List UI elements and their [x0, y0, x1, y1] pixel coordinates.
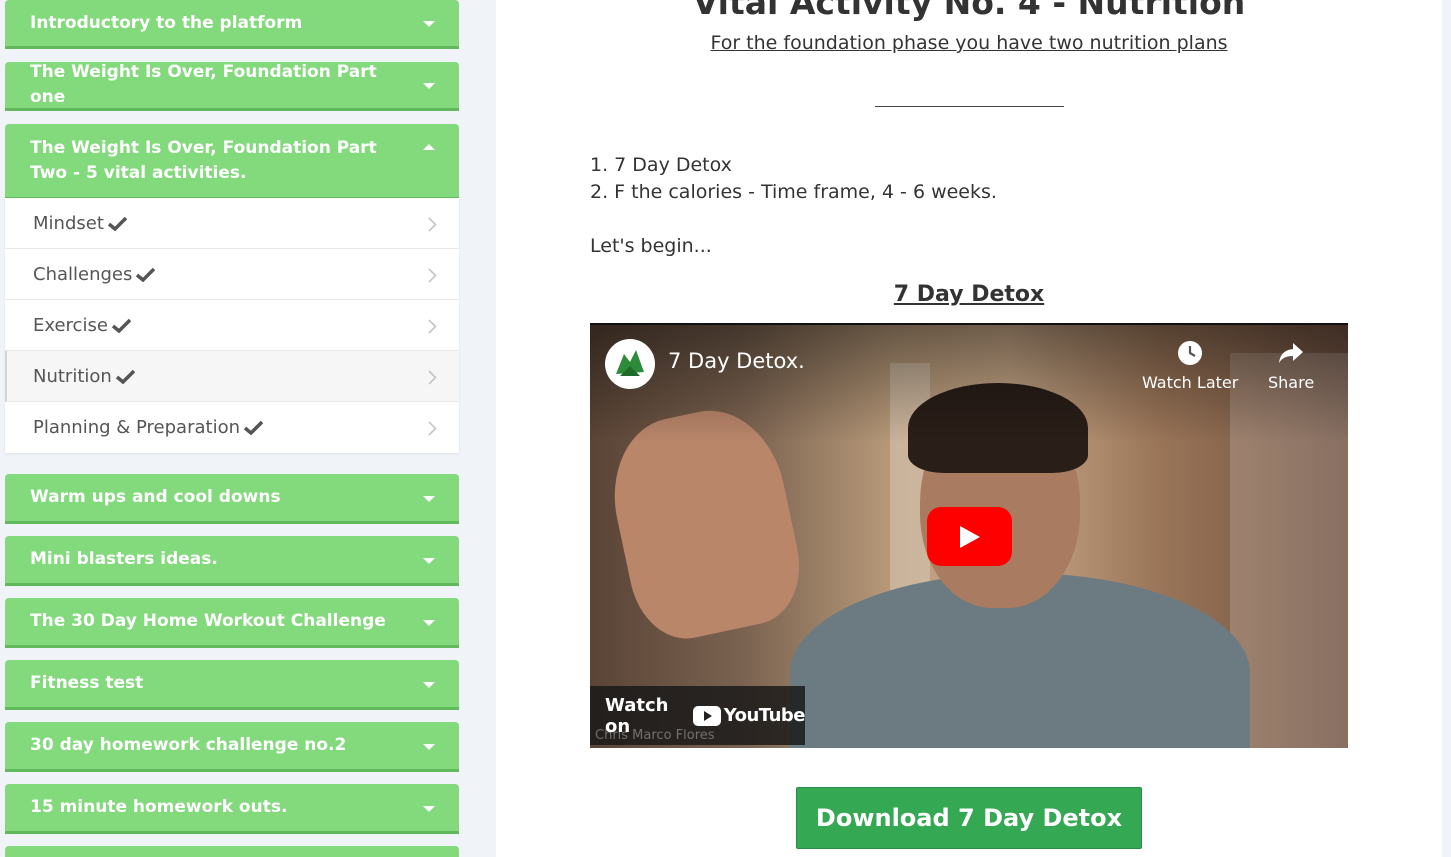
- video-title[interactable]: 7 Day Detox.: [668, 349, 805, 373]
- video-watermark: Chris Marco Flores: [595, 728, 715, 743]
- chevron-up-icon: [423, 144, 435, 150]
- share-button[interactable]: Share: [1268, 339, 1314, 392]
- section-30-day-homework-2[interactable]: 30 day homework challenge no.2: [5, 722, 459, 769]
- scrollbar[interactable]: [1442, 0, 1451, 857]
- lesson-content: Vital Activity No. 4 - Nutrition For the…: [496, 0, 1442, 857]
- chevron-down-icon: [423, 495, 435, 502]
- channel-avatar[interactable]: [605, 339, 655, 389]
- section-title: Mini blasters ideas.: [30, 549, 218, 569]
- chevron-down-icon: [423, 557, 435, 564]
- section-title: Introductory to the platform: [30, 12, 303, 33]
- channel-logo-icon: [616, 350, 644, 376]
- lesson-item-planning[interactable]: Planning & Preparation: [5, 402, 459, 453]
- divider: [875, 106, 1064, 107]
- plan-list-item: 1. 7 Day Detox: [590, 154, 732, 176]
- page-subtitle: For the foundation phase you have two nu…: [710, 32, 1228, 54]
- chevron-right-icon: [428, 369, 437, 390]
- chevron-down-icon: [423, 805, 435, 812]
- section-title: Fitness test: [30, 673, 144, 693]
- page-title: Vital Activity No. 4 - Nutrition: [692, 0, 1246, 22]
- watch-later-label: Watch Later: [1142, 373, 1239, 392]
- section-title: 15 minute homework outs.: [30, 797, 288, 817]
- share-icon: [1279, 343, 1304, 363]
- section-mini-blasters[interactable]: Mini blasters ideas.: [5, 536, 459, 583]
- chevron-right-icon: [428, 420, 437, 441]
- chevron-down-icon: [423, 743, 435, 750]
- lesson-item-exercise[interactable]: Exercise: [5, 300, 459, 351]
- lesson-label: Nutrition: [33, 365, 112, 387]
- chevron-down-icon: [423, 21, 435, 27]
- lesson-item-challenges[interactable]: Challenges: [5, 249, 459, 300]
- chevron-right-icon: [428, 267, 437, 288]
- section-title: The Weight Is Over, Foundation Part Two …: [30, 138, 377, 183]
- section-title: 30 day homework challenge no.2: [30, 735, 347, 755]
- youtube-video-player[interactable]: 7 Day Detox. Watch Later Share Watch on: [590, 323, 1348, 748]
- section-foundation-part-two[interactable]: The Weight Is Over, Foundation Part Two …: [5, 124, 459, 197]
- youtube-icon: [692, 705, 721, 726]
- video-topbar: [590, 323, 1348, 325]
- intro-text: Let's begin...: [590, 235, 712, 257]
- chevron-down-icon: [423, 83, 435, 89]
- chevron-down-icon: [423, 681, 435, 688]
- course-sidebar: Introductory to the platform The Weight …: [0, 0, 496, 857]
- share-label: Share: [1268, 373, 1315, 392]
- section-foundation-part-one[interactable]: The Weight Is Over, Foundation Part one: [5, 62, 459, 108]
- clock-icon: [1178, 341, 1203, 365]
- play-button[interactable]: [927, 507, 1012, 566]
- download-button[interactable]: Download 7 Day Detox: [796, 787, 1142, 849]
- lesson-list: Mindset Challenges Exercise Nutrition Pl…: [5, 198, 459, 453]
- section-30-day-challenge[interactable]: The 30 Day Home Workout Challenge: [5, 598, 459, 645]
- check-icon: [244, 420, 263, 435]
- lesson-label: Mindset: [33, 212, 104, 234]
- youtube-wordmark: YouTube: [723, 705, 806, 726]
- chevron-down-icon: [423, 619, 435, 626]
- lesson-item-nutrition[interactable]: Nutrition: [5, 351, 459, 402]
- section-heading: 7 Day Detox: [893, 282, 1045, 307]
- section-next[interactable]: [5, 846, 459, 857]
- lesson-label: Challenges: [33, 263, 133, 285]
- check-icon: [115, 369, 135, 384]
- youtube-logo: YouTube: [692, 705, 806, 726]
- check-icon: [111, 318, 131, 333]
- plan-list-item: 2. F the calories - Time frame, 4 - 6 we…: [590, 181, 997, 203]
- chevron-right-icon: [428, 216, 437, 237]
- check-icon: [107, 216, 127, 231]
- lesson-label: Planning & Preparation: [33, 417, 240, 438]
- section-title: The Weight Is Over, Foundation Part one: [30, 62, 377, 107]
- section-title: The 30 Day Home Workout Challenge: [30, 611, 386, 631]
- section-fitness-test[interactable]: Fitness test: [5, 660, 459, 707]
- play-icon: [959, 525, 980, 548]
- watch-later-button[interactable]: Watch Later: [1142, 339, 1238, 392]
- lesson-item-mindset[interactable]: Mindset: [5, 198, 459, 249]
- section-15-minute-homework[interactable]: 15 minute homework outs.: [5, 784, 459, 831]
- chevron-right-icon: [428, 318, 437, 339]
- check-icon: [136, 267, 156, 282]
- section-introductory[interactable]: Introductory to the platform: [5, 0, 459, 46]
- section-warm-ups[interactable]: Warm ups and cool downs: [5, 474, 459, 521]
- lesson-label: Exercise: [33, 314, 108, 336]
- section-title: Warm ups and cool downs: [30, 487, 281, 507]
